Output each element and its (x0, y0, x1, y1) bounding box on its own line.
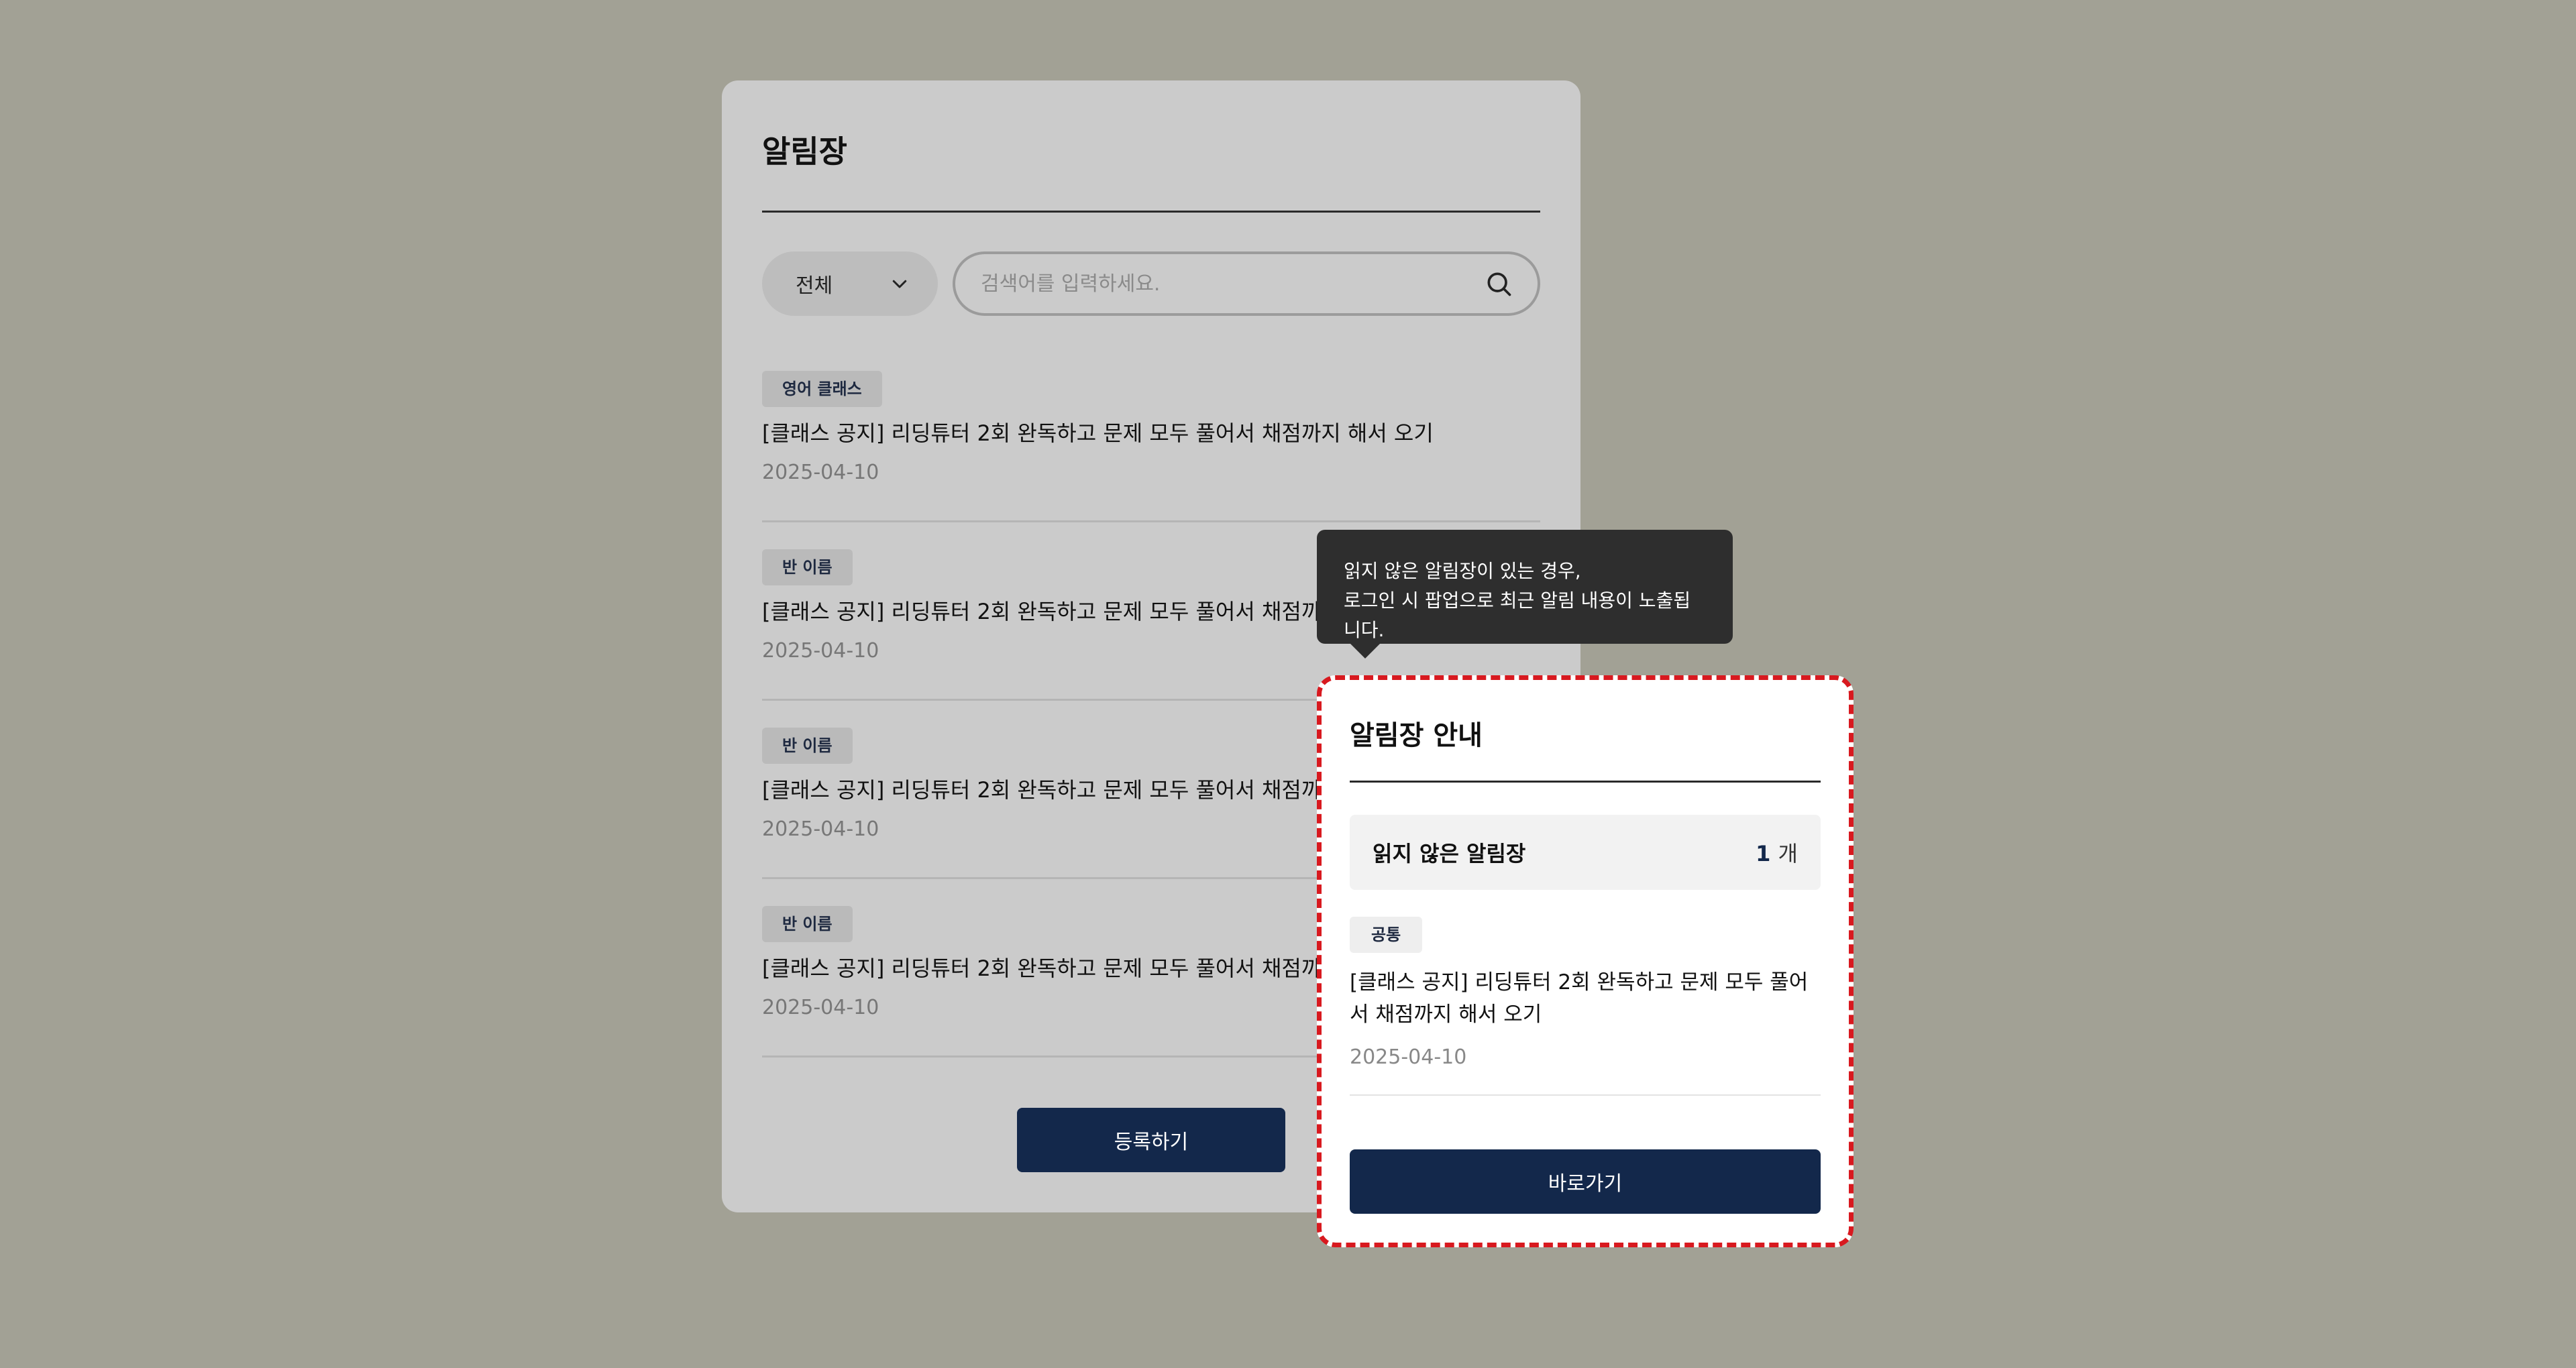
popup-item-divider (1350, 1094, 1821, 1096)
tooltip: 읽지 않은 알림장이 있는 경우, 로그인 시 팝업으로 최근 알림 내용이 노… (1317, 530, 1733, 659)
page-title: 알림장 (762, 133, 847, 170)
tooltip-line: 읽지 않은 알림장이 있는 경우, (1344, 560, 1581, 582)
notice-item[interactable]: 영어 클래스 [클래스 공지] 리딩튜터 2회 완독하고 문제 모두 풀어서 채… (762, 371, 1540, 522)
popup-notice-date: 2025-04-10 (1350, 1045, 1467, 1069)
notice-popup: 알림장 안내 읽지 않은 알림장 1 개 공통 [클래스 공지] 리딩튜터 2회… (1317, 675, 1854, 1247)
search-input[interactable] (981, 272, 1484, 296)
notice-date: 2025-04-10 (762, 461, 879, 484)
unread-count-number: 1 (1756, 841, 1771, 866)
notice-title[interactable]: [클래스 공지] 리딩튜터 2회 완독하고 문제 모두 풀어서 채점까지 해서 … (762, 416, 1540, 450)
class-tag: 영어 클래스 (762, 371, 882, 407)
register-button[interactable]: 등록하기 (1017, 1108, 1285, 1172)
popup-tag: 공통 (1350, 917, 1423, 953)
tooltip-line: 로그인 시 팝업으로 최근 알림 내용이 노출됩니다. (1344, 589, 1691, 641)
stage: 알림장 전체 영어 클래스 [클래스 공지] 리딩튜터 2회 완독하고 문제 모… (0, 0, 2576, 1368)
popup-notice-title[interactable]: [클래스 공지] 리딩튜터 2회 완독하고 문제 모두 풀어서 채점까지 해서 … (1350, 966, 1821, 1031)
popup-title: 알림장 안내 (1350, 720, 1483, 751)
class-tag: 반 이름 (762, 728, 853, 764)
popup-divider (1350, 781, 1821, 783)
goto-button[interactable]: 바로가기 (1350, 1149, 1821, 1214)
category-dropdown[interactable]: 전체 (762, 251, 938, 316)
unread-count-unit: 개 (1778, 841, 1798, 866)
unread-count: 1 개 (1756, 837, 1798, 868)
dropdown-value: 전체 (796, 274, 833, 298)
title-divider (762, 211, 1540, 213)
chevron-down-icon (892, 280, 907, 288)
search-box (953, 251, 1540, 316)
unread-summary: 읽지 않은 알림장 1 개 (1350, 815, 1821, 890)
class-tag: 반 이름 (762, 549, 853, 585)
class-tag: 반 이름 (762, 906, 853, 942)
filter-row: 전체 (762, 251, 1540, 316)
unread-label: 읽지 않은 알림장 (1373, 841, 1526, 866)
search-icon[interactable] (1484, 269, 1513, 298)
